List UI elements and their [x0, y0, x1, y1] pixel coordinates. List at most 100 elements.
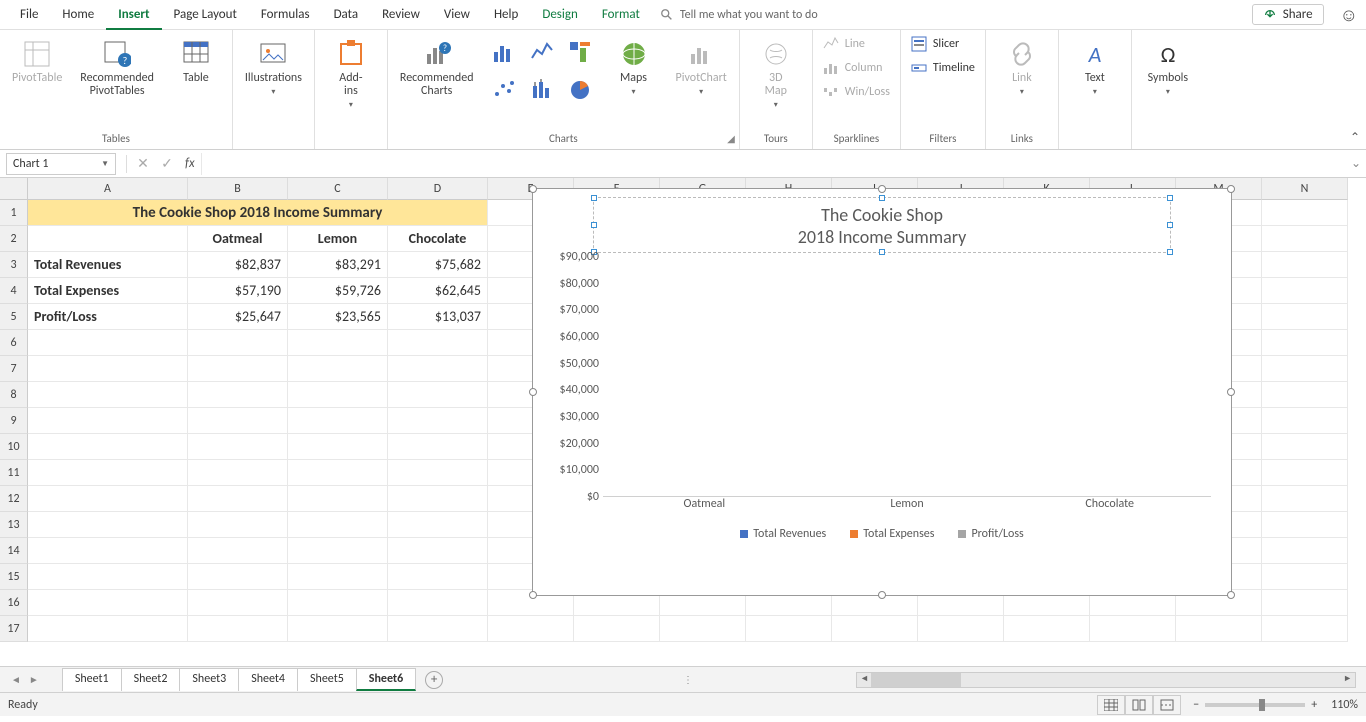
row-header[interactable]: 16: [0, 590, 28, 616]
recommended-pivottables-button[interactable]: ?Recommended PivotTables: [74, 34, 160, 102]
cell[interactable]: [188, 460, 288, 486]
charts-dialog-launcher[interactable]: ◢: [727, 132, 735, 145]
cell[interactable]: [1262, 226, 1348, 252]
cell[interactable]: [188, 434, 288, 460]
cell[interactable]: [288, 408, 388, 434]
cell[interactable]: [28, 408, 188, 434]
illustrations-button[interactable]: Illustrations▾: [239, 34, 308, 101]
cell[interactable]: [1262, 564, 1348, 590]
tab-page-layout[interactable]: Page Layout: [162, 0, 249, 30]
share-button[interactable]: Share: [1252, 4, 1324, 25]
pivotchart-button[interactable]: PivotChart▾: [670, 34, 733, 101]
cell[interactable]: [188, 408, 288, 434]
enter-formula-button[interactable]: ✓: [155, 155, 179, 172]
cell[interactable]: [188, 564, 288, 590]
column-header[interactable]: N: [1262, 178, 1348, 200]
cell[interactable]: [188, 512, 288, 538]
tab-view[interactable]: View: [432, 0, 482, 30]
spreadsheet-grid[interactable]: ABCDEFGHIJKLMN 1234567891011121314151617…: [0, 178, 1366, 666]
maps-button[interactable]: Maps▾: [604, 34, 664, 101]
collapse-ribbon-button[interactable]: ⌃: [1350, 130, 1360, 145]
recommended-charts-button[interactable]: ?Recommended Charts: [394, 34, 480, 102]
zoom-level[interactable]: 110%: [1331, 698, 1358, 712]
cell[interactable]: [388, 512, 488, 538]
tab-data[interactable]: Data: [322, 0, 371, 30]
resize-handle[interactable]: [529, 591, 537, 599]
legend-item[interactable]: Total Expenses: [850, 527, 934, 541]
row-header[interactable]: 7: [0, 356, 28, 382]
tab-home[interactable]: Home: [50, 0, 106, 30]
cell[interactable]: [288, 330, 388, 356]
row-header[interactable]: 17: [0, 616, 28, 642]
zoom-out-button[interactable]: −: [1193, 698, 1199, 712]
cell[interactable]: [288, 460, 388, 486]
cell[interactable]: [1176, 616, 1262, 642]
sheet-tab[interactable]: Sheet6: [356, 668, 416, 691]
text-button[interactable]: AText▾: [1065, 34, 1125, 101]
sheet-tab[interactable]: Sheet5: [297, 668, 357, 691]
cell[interactable]: [746, 616, 832, 642]
cell[interactable]: [1262, 252, 1348, 278]
row-header[interactable]: 10: [0, 434, 28, 460]
row-header[interactable]: 3: [0, 252, 28, 278]
sheet-tab[interactable]: Sheet3: [179, 668, 239, 691]
cell[interactable]: [1262, 486, 1348, 512]
select-all-corner[interactable]: [0, 178, 28, 200]
cell[interactable]: [1262, 304, 1348, 330]
insert-hierarchy-chart-button[interactable]: [562, 34, 598, 70]
row-header[interactable]: 15: [0, 564, 28, 590]
cell[interactable]: $57,190: [188, 278, 288, 304]
cell[interactable]: [288, 486, 388, 512]
cell[interactable]: [1262, 616, 1348, 642]
cell[interactable]: [388, 564, 488, 590]
scrollbar-thumb[interactable]: [871, 673, 961, 687]
cell[interactable]: $25,647: [188, 304, 288, 330]
chart-legend[interactable]: Total RevenuesTotal ExpensesProfit/Loss: [533, 521, 1231, 547]
cell[interactable]: [28, 538, 188, 564]
row-header[interactable]: 1: [0, 200, 28, 226]
cell[interactable]: [388, 330, 488, 356]
row-header[interactable]: 14: [0, 538, 28, 564]
cell[interactable]: [1262, 538, 1348, 564]
cell[interactable]: [488, 616, 574, 642]
resize-handle[interactable]: [1227, 591, 1235, 599]
addins-button[interactable]: Add- ins▾: [321, 34, 381, 114]
row-headers[interactable]: 1234567891011121314151617: [0, 200, 28, 642]
cell[interactable]: [28, 486, 188, 512]
cell[interactable]: [28, 382, 188, 408]
row-header[interactable]: 13: [0, 512, 28, 538]
row-header[interactable]: 6: [0, 330, 28, 356]
cell[interactable]: The Cookie Shop 2018 Income Summary: [28, 200, 488, 226]
cell[interactable]: $83,291: [288, 252, 388, 278]
tab-split-handle[interactable]: ⋮: [683, 673, 693, 686]
cell[interactable]: $13,037: [388, 304, 488, 330]
sheet-tab[interactable]: Sheet2: [121, 668, 181, 691]
expand-formula-bar-button[interactable]: ⌄: [1346, 156, 1366, 171]
tab-review[interactable]: Review: [370, 0, 432, 30]
cell[interactable]: $75,682: [388, 252, 488, 278]
cell[interactable]: [388, 382, 488, 408]
cell[interactable]: [28, 512, 188, 538]
pivottable-button[interactable]: PivotTable: [6, 34, 68, 89]
cell[interactable]: [188, 590, 288, 616]
normal-view-button[interactable]: [1097, 695, 1125, 715]
cell[interactable]: [1262, 200, 1348, 226]
tab-design[interactable]: Design: [530, 0, 589, 30]
insert-pie-chart-button[interactable]: [562, 72, 598, 108]
zoom-slider[interactable]: [1205, 703, 1305, 707]
plot-area[interactable]: $0$10,000$20,000$30,000$40,000$50,000$60…: [543, 257, 1211, 517]
cell[interactable]: [1262, 460, 1348, 486]
tab-file[interactable]: File: [8, 0, 50, 30]
chart-title[interactable]: The Cookie Shop 2018 Income Summary: [593, 197, 1171, 253]
tab-help[interactable]: Help: [482, 0, 530, 30]
cell[interactable]: [288, 590, 388, 616]
cell[interactable]: [28, 564, 188, 590]
cell[interactable]: [288, 564, 388, 590]
column-header[interactable]: A: [28, 178, 188, 200]
cell[interactable]: [188, 330, 288, 356]
row-header[interactable]: 8: [0, 382, 28, 408]
cancel-formula-button[interactable]: ✕: [131, 155, 155, 172]
tab-insert[interactable]: Insert: [106, 0, 161, 30]
row-header[interactable]: 4: [0, 278, 28, 304]
cell[interactable]: [388, 434, 488, 460]
